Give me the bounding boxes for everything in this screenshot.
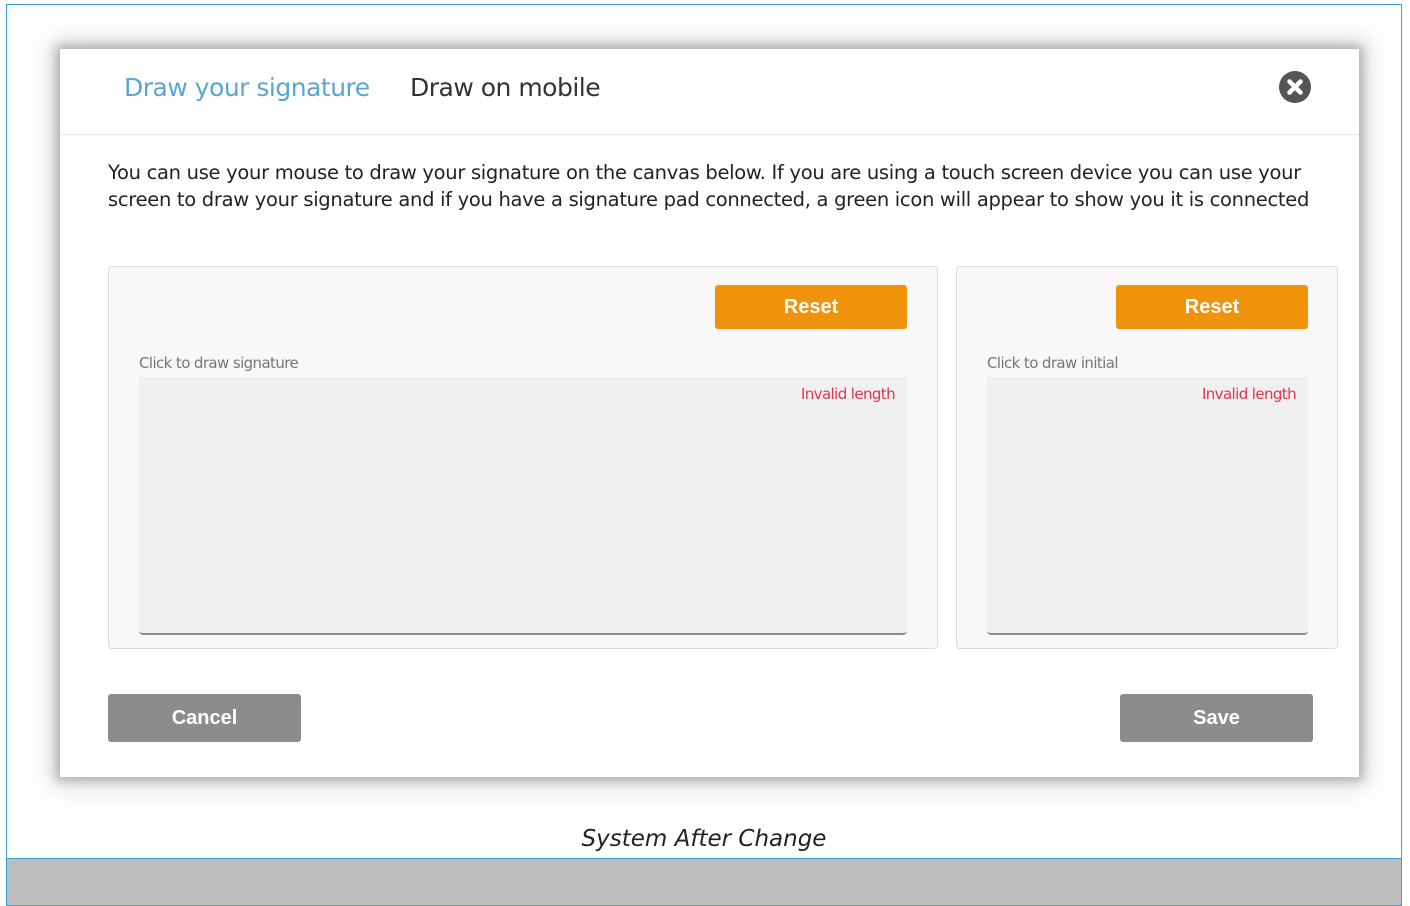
- signature-reset-button[interactable]: Reset: [715, 285, 907, 329]
- instructions-text: You can use your mouse to draw your sign…: [108, 161, 1310, 211]
- signature-panel: Reset Click to draw signature Invalid le…: [108, 266, 938, 649]
- initial-canvas[interactable]: Invalid length: [987, 377, 1308, 635]
- tab-draw-on-mobile[interactable]: Draw on mobile: [410, 73, 601, 102]
- close-button[interactable]: [1279, 71, 1311, 103]
- initial-panel: Reset Click to draw initial Invalid leng…: [956, 266, 1338, 649]
- tab-draw-signature[interactable]: Draw your signature: [124, 73, 370, 102]
- cancel-button[interactable]: Cancel: [108, 694, 301, 742]
- modal-header: Draw your signature Draw on mobile: [60, 49, 1359, 135]
- bottom-band: [6, 858, 1402, 906]
- figure-caption: System After Change: [581, 826, 827, 852]
- initial-reset-button[interactable]: Reset: [1116, 285, 1308, 329]
- signature-canvas[interactable]: Invalid length: [139, 377, 907, 635]
- close-icon: [1287, 79, 1303, 95]
- initial-canvas-label: Click to draw initial: [987, 354, 1119, 372]
- signature-error-text: Invalid length: [800, 385, 896, 403]
- signature-canvas-label: Click to draw signature: [139, 354, 299, 372]
- initial-error-text: Invalid length: [1201, 385, 1297, 403]
- save-button[interactable]: Save: [1120, 694, 1313, 742]
- signature-modal: Draw your signature Draw on mobile You c…: [60, 49, 1359, 777]
